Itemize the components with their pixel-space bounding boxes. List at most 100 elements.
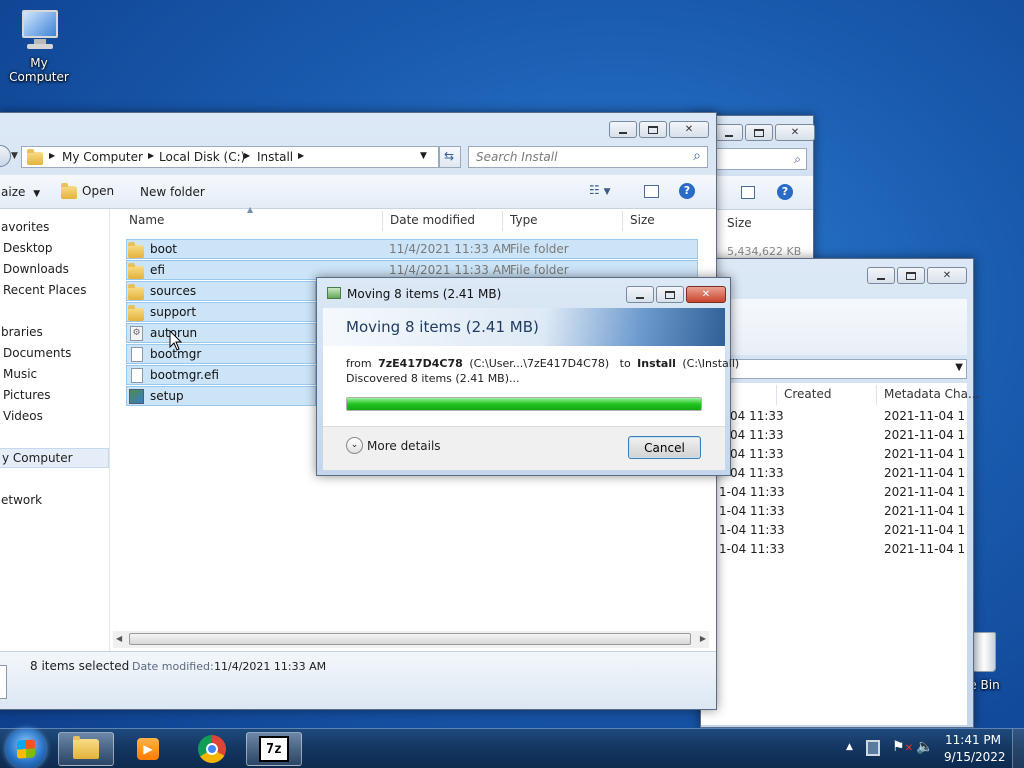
taskbar: ▶ 7z ▲ ⚑✕ 🔈 11:41 PM 9/15/2022 xyxy=(0,728,1024,768)
close-button[interactable]: ✕ xyxy=(669,121,709,138)
created-cell: 1-04 11:33 xyxy=(719,542,785,556)
open-button[interactable]: Open xyxy=(61,182,114,199)
taskbar-media-player-button[interactable]: ▶ xyxy=(120,732,176,766)
maximize-button[interactable] xyxy=(639,121,667,138)
metadata-cell: 2021-11-04 11:3 xyxy=(884,542,966,556)
maximize-button[interactable] xyxy=(897,267,925,284)
taskbar-7zip-button[interactable]: 7z xyxy=(246,732,302,766)
preview-pane-icon[interactable] xyxy=(741,186,755,199)
close-button[interactable]: ✕ xyxy=(775,124,815,141)
maximize-button[interactable] xyxy=(656,286,684,303)
recycle-bin-desktop-icon[interactable]: le Bin xyxy=(966,632,1024,692)
nav-pictures[interactable]: Pictures xyxy=(3,388,51,402)
maximize-button[interactable] xyxy=(745,124,773,141)
file-name[interactable]: support xyxy=(150,305,196,319)
scroll-thumb[interactable] xyxy=(129,633,691,645)
minimize-button[interactable] xyxy=(715,124,743,141)
scroll-left-icon[interactable]: ◀ xyxy=(116,634,122,643)
size-column-header[interactable]: Size xyxy=(727,216,752,230)
size-column-header[interactable]: Size xyxy=(630,213,655,227)
breadcrumb-install[interactable]: Install xyxy=(257,150,293,164)
sort-ascending-icon: ▲ xyxy=(247,205,254,214)
scroll-right-icon[interactable]: ▶ xyxy=(700,634,706,643)
volume-icon[interactable]: 🔈 xyxy=(916,739,933,755)
more-details-button[interactable]: ⌄ More details xyxy=(346,437,441,454)
chevron-down-icon[interactable]: ▼ xyxy=(11,151,18,161)
name-column-header[interactable]: Name xyxy=(129,213,164,227)
nav-favorites[interactable]: avorites xyxy=(1,220,49,234)
view-options-icon[interactable]: ☷ ▼ xyxy=(589,183,611,197)
chevron-down-icon: ▼ xyxy=(33,189,41,199)
nav-desktop[interactable]: Desktop xyxy=(3,241,53,255)
details-window[interactable]: ✕ ▼ Created Metadata Cha... 04 11:33 2021… xyxy=(700,258,979,728)
close-button[interactable]: ✕ xyxy=(686,286,726,303)
taskbar-explorer-button[interactable] xyxy=(58,732,114,766)
file-icon xyxy=(131,368,143,383)
windows-explorer-icon xyxy=(73,736,99,759)
clock-date[interactable]: 9/15/2022 xyxy=(944,750,1006,764)
back-button[interactable] xyxy=(0,145,11,167)
preview-pane-icon[interactable] xyxy=(644,185,659,198)
organize-button[interactable]: aize ▼ xyxy=(1,185,40,199)
details-file-icon xyxy=(0,665,7,699)
nav-documents[interactable]: Documents xyxy=(3,346,71,360)
folder-icon xyxy=(128,242,144,258)
help-icon[interactable]: ? xyxy=(777,184,793,200)
breadcrumb-separator-icon: ▶ xyxy=(244,151,251,160)
cancel-button[interactable]: Cancel xyxy=(628,436,701,459)
breadcrumb-separator-icon: ▶ xyxy=(298,151,305,160)
status-date-label: Date modified: xyxy=(132,660,214,673)
file-date-modified: 11/4/2021 11:33 AM xyxy=(389,242,512,256)
new-folder-button[interactable]: New folder xyxy=(140,185,205,199)
type-column-header[interactable]: Type xyxy=(510,213,538,227)
horizontal-scrollbar[interactable]: ◀ ▶ xyxy=(113,631,709,648)
network-icon[interactable] xyxy=(866,740,880,756)
file-icon xyxy=(131,347,143,362)
file-name[interactable]: efi xyxy=(150,263,165,277)
breadcrumb-separator-icon: ▶ xyxy=(49,151,56,160)
nav-computer-selected[interactable]: y Computer xyxy=(0,448,109,468)
taskbar-chrome-button[interactable] xyxy=(184,732,240,766)
breadcrumb-my-computer[interactable]: My Computer xyxy=(62,150,143,164)
folder-icon xyxy=(128,263,144,279)
file-name[interactable]: setup xyxy=(150,389,184,403)
nav-videos[interactable]: Videos xyxy=(3,409,43,423)
nav-splitter[interactable] xyxy=(109,209,110,651)
nav-network[interactable]: etwork xyxy=(1,493,42,507)
address-dropdown-icon[interactable]: ▼ xyxy=(420,151,427,161)
help-icon[interactable]: ? xyxy=(679,183,695,199)
folder-icon xyxy=(128,305,144,321)
show-hidden-icons-icon[interactable]: ▲ xyxy=(846,742,853,752)
metadata-cell: 2021-11-04 11:3 xyxy=(884,504,966,518)
minimize-button[interactable] xyxy=(609,121,637,138)
nav-libraries[interactable]: braries xyxy=(1,325,43,339)
show-desktop-button[interactable] xyxy=(1012,729,1024,768)
file-name[interactable]: bootmgr.efi xyxy=(150,368,219,382)
nav-music[interactable]: Music xyxy=(3,367,37,381)
address-bar[interactable]: ▶ My Computer ▶ Local Disk (C:) ▶ Instal… xyxy=(21,146,439,168)
windows-logo-icon xyxy=(17,739,35,759)
refresh-button[interactable]: ⇆ xyxy=(439,146,461,168)
clock-time[interactable]: 11:41 PM xyxy=(944,733,1002,747)
close-button[interactable]: ✕ xyxy=(927,267,967,284)
date-column-header[interactable]: Date modified xyxy=(390,213,475,227)
status-date-value: 11/4/2021 11:33 AM xyxy=(214,660,327,673)
nav-downloads[interactable]: Downloads xyxy=(3,262,69,276)
move-from-to: from 7zE417D4C78 (C:\User...\7zE417D4C78… xyxy=(346,357,740,370)
my-computer-desktop-icon[interactable]: My Computer xyxy=(0,10,78,84)
search-input[interactable]: Search Install ⌕ xyxy=(468,146,708,168)
minimize-button[interactable] xyxy=(626,286,654,303)
metadata-column-header[interactable]: Metadata Cha... xyxy=(884,387,979,401)
file-name[interactable]: sources xyxy=(150,284,196,298)
file-name[interactable]: boot xyxy=(150,242,177,256)
breadcrumb-local-disk[interactable]: Local Disk (C:) xyxy=(159,150,245,164)
created-column-header[interactable]: Created xyxy=(784,387,832,401)
search-input[interactable]: ⌕ xyxy=(711,148,807,170)
action-center-icon[interactable]: ⚑✕ xyxy=(892,739,913,755)
moving-progress-dialog[interactable]: Moving 8 items (2.41 MB) ✕ Moving 8 item… xyxy=(316,277,739,476)
start-button[interactable] xyxy=(6,729,46,768)
chevron-down-icon: ▼ xyxy=(955,362,963,373)
minimize-button[interactable] xyxy=(867,267,895,284)
nav-recent-places[interactable]: Recent Places xyxy=(3,283,86,297)
address-dropdown[interactable]: ▼ xyxy=(701,359,967,379)
